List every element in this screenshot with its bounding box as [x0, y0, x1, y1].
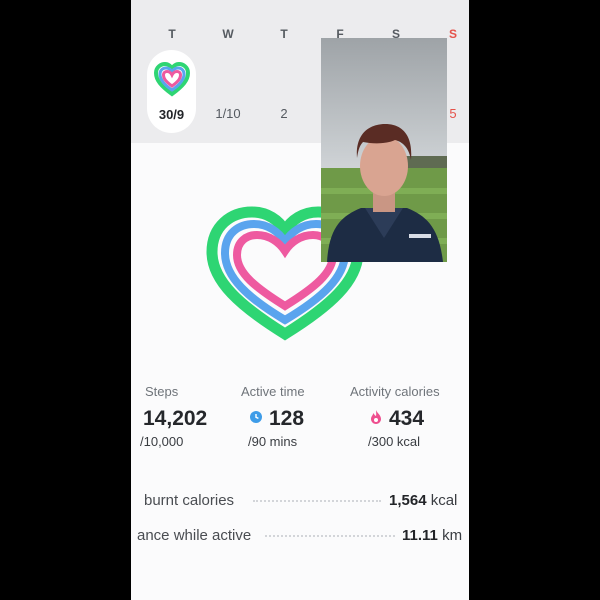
- burnt-calories-label: burnt calories: [144, 492, 235, 509]
- burnt-calories-number: 1,564: [389, 492, 427, 509]
- active-time-value: 128: [269, 407, 305, 430]
- person-video-image: [321, 38, 447, 262]
- activity-calories-goal: /300 kcal: [368, 434, 421, 449]
- activity-calories-label: Activity calories: [350, 384, 440, 399]
- distance-active-value: 11.11 km: [402, 527, 462, 544]
- burnt-calories-value: 1,564 kcal: [389, 492, 457, 509]
- day-number-wed[interactable]: 1/10: [208, 106, 248, 121]
- flame-icon: [371, 410, 381, 424]
- day-letter-tue: T: [168, 27, 176, 41]
- day-letter-thu: T: [280, 27, 288, 41]
- distance-active-leader: [265, 535, 395, 537]
- steps-label: Steps: [145, 384, 179, 399]
- phone-screen: T W T F S S 30/9 1/10 2 5 Steps 14,202 /…: [131, 0, 469, 600]
- day-number-thu[interactable]: 2: [264, 106, 304, 121]
- selected-day-number: 30/9: [158, 107, 185, 122]
- steps-goal: /10,000: [140, 434, 184, 449]
- active-time-label: Active time: [241, 384, 305, 399]
- active-time-goal: /90 mins: [248, 434, 298, 449]
- burnt-calories-leader: [253, 500, 381, 502]
- activity-calories-value: 434: [389, 407, 425, 430]
- distance-active-label: ance while active: [137, 527, 252, 544]
- distance-active-number: 11.11: [402, 527, 438, 544]
- distance-active-unit: km: [442, 527, 463, 544]
- mini-heart-rings-icon: [153, 61, 191, 97]
- steps-value: 14,202: [143, 407, 208, 430]
- video-call-overlay[interactable]: [321, 38, 447, 262]
- day-letter-wed: W: [222, 27, 234, 41]
- selected-day-pill[interactable]: 30/9: [147, 50, 196, 133]
- burnt-calories-unit: kcal: [430, 492, 458, 509]
- clock-icon: [250, 411, 262, 423]
